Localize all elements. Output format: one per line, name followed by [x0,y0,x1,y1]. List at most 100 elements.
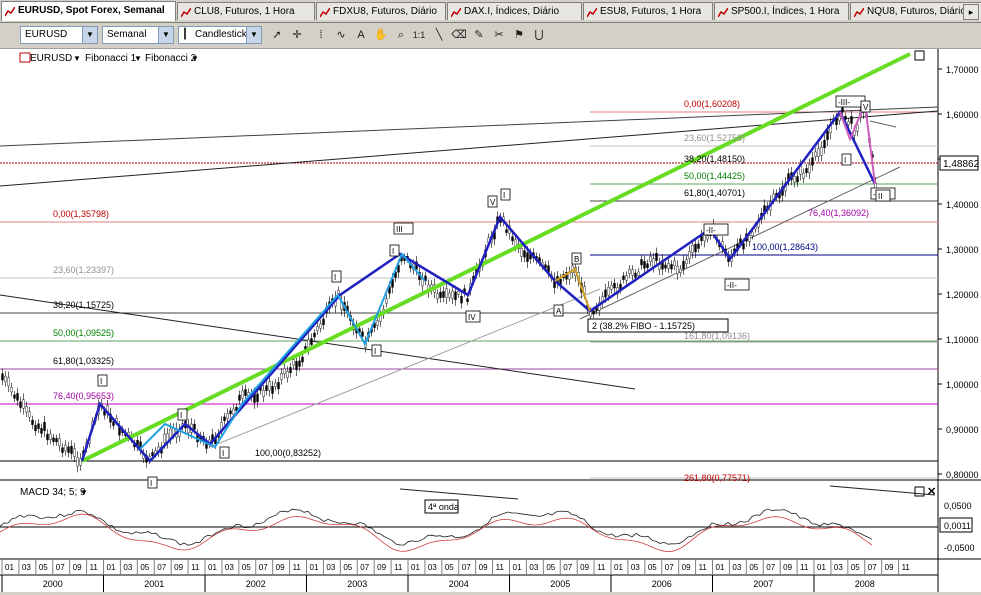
tab-6[interactable]: NQU8, Futuros, Diário [850,2,981,20]
month-label: 03 [326,563,335,572]
month-label: 07 [766,563,775,572]
wave-label: A [556,307,562,316]
chart-type-value: Candlestick [195,29,247,40]
wave-label: V [490,198,496,207]
wave-label: IV [468,313,476,322]
month-label: 09 [73,563,82,572]
symbol-combo[interactable]: EURUSD ▼ [20,26,98,44]
grid-tool-icon[interactable]: ⁞ [312,26,330,44]
month-label: 07 [56,563,65,572]
close-icon[interactable]: ✕ [927,486,936,498]
tab-label: SP500.I, Índices, 1 Hora [731,6,840,17]
period-combo[interactable]: Semanal ▼ [102,26,174,44]
text-tool-icon[interactable]: A [352,26,370,44]
tab-1[interactable]: CLU8, Futuros, 1 Hora [177,2,315,20]
tab-5[interactable]: SP500.I, Índices, 1 Hora [714,2,849,20]
eraser-tool-icon[interactable]: ⌫ [450,26,468,44]
fib1-label: 23,60(1,23397) [53,265,114,275]
month-label: 05 [39,563,48,572]
maximize-panel-icon[interactable] [914,486,925,497]
symbol-value: EURUSD [25,29,68,40]
month-label: 07 [563,563,572,572]
chevron-down-icon[interactable]: ▼ [191,54,199,63]
macd-lines [0,508,873,553]
chevron-down-icon[interactable]: ▼ [246,27,261,43]
month-label: 03 [225,563,234,572]
month-label: 03 [732,563,741,572]
month-label: 07 [360,563,369,572]
fib1-label: 50,00(1,09525) [53,328,114,338]
price-tick: 0,80000 [946,470,979,480]
maximize-panel-icon[interactable] [914,50,925,61]
month-label: 01 [614,563,623,572]
month-label: 09 [682,563,691,572]
tab-2[interactable]: FDXU8, Futuros, Diário [316,2,446,20]
month-label: 09 [276,563,285,572]
fib2-label: 23,60(1,52758) [684,133,745,143]
zoom-tool-icon[interactable]: ⌕ [392,26,410,44]
year-label: 2001 [144,579,164,589]
chevron-down-icon[interactable]: ▼ [73,54,81,63]
legend-fibonacci-2[interactable]: Fibonacci 2 [145,53,197,64]
tab-4[interactable]: ESU8, Futuros, 1 Hora [583,2,713,20]
month-label: 03 [428,563,437,572]
wave-labels: IIIIIIIIIIIVVIAB-II--II--III--IV-VIII [97,95,896,489]
month-label: 07 [868,563,877,572]
wave-label: -III- [838,98,850,107]
month-label: 07 [462,563,471,572]
chart-icon [586,7,598,18]
month-label: 11 [394,563,403,572]
magnet-tool-icon[interactable]: ⋃ [530,26,548,44]
wave-label: I [180,411,182,420]
chevron-down-icon[interactable]: ▼ [82,27,97,43]
trendline-tool-icon[interactable]: ╲ [430,26,448,44]
price-axis: 1,700001,600001,500001,400001,300001,200… [938,65,979,480]
month-label: 11 [191,563,200,572]
wave-label: I [392,247,394,256]
chart-icon [180,7,192,18]
month-label: 09 [783,563,792,572]
month-label: 05 [343,563,352,572]
month-label: 07 [157,563,166,572]
tab-0[interactable]: EURUSD, Spot Forex, Semanal [1,1,176,21]
wave-label: I [374,347,376,356]
tab-3[interactable]: DAX.I, Índices, Diário [447,2,582,20]
month-label: 09 [479,563,488,572]
macd-current: 0,0011 [944,521,971,531]
crosshair-tool-icon[interactable]: ✛ [288,26,306,44]
month-label: 01 [411,563,420,572]
chevron-down-icon[interactable]: ▼ [134,54,142,63]
fib2-label: 61,80(1,40701) [684,188,745,198]
legend-symbol[interactable]: EURUSD [30,53,72,64]
macd-note: 4ª onda [428,502,459,512]
chevron-down-icon[interactable]: ▼ [158,27,173,43]
fibo-annotation: 2 (38.2% FIBO - 1.15725) [592,321,695,331]
tab-list-menu-button[interactable]: ▸ [963,4,979,20]
wave-tool-icon[interactable]: ∿ [332,26,350,44]
trendlines [0,106,939,448]
current-price: 1,48862 [943,159,980,170]
chart-area[interactable]: EURUSD ▼ Fibonacci 1 ▼ Fibonacci 2 ▼ ✕ 1… [0,49,981,592]
chart-type-combo[interactable]: ┃ Candlestick ▼ [178,26,262,44]
pointer-tool-icon[interactable]: ➚ [268,26,286,44]
wave-label: II [878,192,882,201]
month-label: 11 [293,563,302,572]
scissors-tool-icon[interactable]: ✂ [490,26,508,44]
price-tick: 1,00000 [946,380,979,390]
zoom-reset-button[interactable]: 1:1 [410,26,428,44]
month-label: 05 [546,563,555,572]
month-label: 11 [902,563,911,572]
hand-tool-icon[interactable]: ✋ [372,26,390,44]
macd-title[interactable]: MACD 34; 5; 9 [20,487,86,498]
year-label: 2007 [753,579,773,589]
pencil-tool-icon[interactable]: ✎ [470,26,488,44]
fib2-label: 38,20(1,48150) [684,154,745,164]
flag-tool-icon[interactable]: ⚑ [510,26,528,44]
fib2-label: 0,00(1,60208) [684,99,740,109]
legend-fibonacci-1[interactable]: Fibonacci 1 [85,53,137,64]
month-label: 01 [716,563,725,572]
chevron-down-icon[interactable]: ▼ [80,488,88,497]
chart-icon [319,7,331,18]
price-chart[interactable]: EURUSD ▼ Fibonacci 1 ▼ Fibonacci 2 ▼ ✕ 1… [0,49,981,592]
chart-icon [717,7,729,18]
